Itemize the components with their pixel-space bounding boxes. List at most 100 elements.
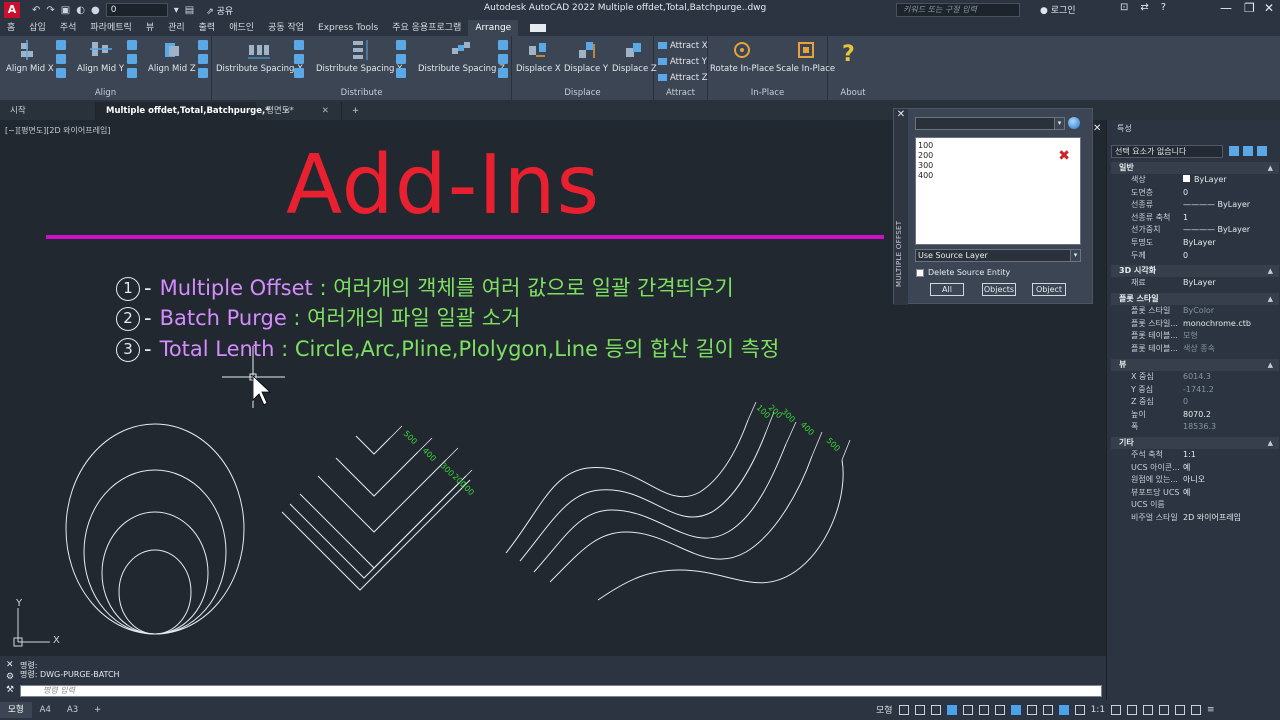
property-row[interactable]: 원점에 있는... 아니오 bbox=[1111, 474, 1279, 487]
displace-y-button[interactable]: Displace Y bbox=[564, 40, 608, 74]
customize-icon[interactable]: ⚒ bbox=[6, 685, 14, 695]
offset-values-list[interactable]: 100 200 300 400 ✖ bbox=[915, 137, 1081, 245]
grid-icon[interactable] bbox=[898, 704, 909, 715]
ribbon-tab-output[interactable]: 출력 bbox=[192, 20, 223, 36]
layer-dropdown[interactable]: 0 bbox=[105, 3, 168, 17]
transparency-icon[interactable] bbox=[1026, 704, 1037, 715]
annotation-scale-label[interactable]: 1:1 bbox=[1091, 705, 1105, 715]
search-input[interactable]: 키워드 또는 구절 입력 bbox=[896, 3, 1020, 17]
ribbon-tab-featured-apps[interactable]: 주요 응용프로그램 bbox=[385, 20, 468, 36]
quick-select-icon[interactable] bbox=[1257, 146, 1267, 156]
distribute-spacing-y-button[interactable]: Distribute Spacing Y bbox=[316, 40, 402, 74]
hardware-acceleration-icon[interactable] bbox=[1175, 704, 1186, 715]
add-layout-button[interactable]: + bbox=[86, 702, 109, 718]
objects-button[interactable]: Objects bbox=[982, 283, 1016, 296]
object-button[interactable]: Object bbox=[1032, 283, 1066, 296]
ribbon-tab-home[interactable]: 홈 bbox=[0, 20, 22, 36]
chevron-down-icon[interactable]: ▾ bbox=[1054, 118, 1064, 129]
property-row[interactable]: 플롯 테이블... 색상 종속 bbox=[1111, 343, 1279, 356]
clean-screen-icon[interactable] bbox=[1191, 704, 1202, 715]
ortho-icon[interactable] bbox=[930, 704, 941, 715]
property-row[interactable]: 플롯 스타일... monochrome.ctb bbox=[1111, 318, 1279, 331]
property-row[interactable]: 뷰포트당 UCS 예 bbox=[1111, 487, 1279, 500]
distribute-tool-icon[interactable] bbox=[498, 40, 508, 50]
delete-source-checkbox[interactable]: Delete Source Entity bbox=[916, 268, 1010, 277]
align-mid-y-button[interactable]: Align Mid Y bbox=[77, 40, 124, 74]
exchange-icon[interactable]: ⇄ bbox=[1140, 2, 1148, 13]
layer-dropdown-chevron-icon[interactable]: ▾ bbox=[174, 5, 179, 16]
align-mid-z-button[interactable]: Align Mid Z bbox=[148, 40, 196, 74]
property-row[interactable]: 색상 ByLayer bbox=[1111, 174, 1279, 187]
distribute-tool-icon[interactable] bbox=[396, 40, 406, 50]
attract-x-button[interactable]: Attract X bbox=[658, 41, 708, 51]
minimize-icon[interactable]: — bbox=[1220, 1, 1232, 15]
layout-tab-model[interactable]: 모형 bbox=[0, 702, 32, 718]
property-row[interactable]: 높이 8070.2 bbox=[1111, 409, 1279, 422]
ribbon-tab-express-tools[interactable]: Express Tools bbox=[311, 20, 385, 36]
displace-z-button[interactable]: Displace Z bbox=[612, 40, 657, 74]
property-row[interactable]: 도면층 0 bbox=[1111, 187, 1279, 200]
close-tab-icon[interactable]: ✕ bbox=[322, 106, 329, 116]
share-button[interactable]: ⇗ 공유 bbox=[206, 4, 233, 17]
distribute-tool-icon[interactable] bbox=[396, 54, 406, 64]
ribbon-display-toggle-icon[interactable] bbox=[530, 24, 547, 32]
property-row[interactable]: 두께 0 bbox=[1111, 250, 1279, 263]
checkbox-box[interactable] bbox=[916, 268, 924, 277]
property-row[interactable]: 선가중치 ———— ByLayer bbox=[1111, 224, 1279, 237]
property-row[interactable]: Z 중심 0 bbox=[1111, 396, 1279, 409]
isodraft-icon[interactable] bbox=[962, 704, 973, 715]
property-row[interactable]: UCS 아이콘... 예 bbox=[1111, 462, 1279, 475]
polar-icon[interactable] bbox=[946, 704, 957, 715]
toggle-pickadd-icon[interactable] bbox=[1229, 146, 1239, 156]
undo-icon[interactable]: ↶ bbox=[32, 5, 40, 16]
align-tool-icon[interactable] bbox=[127, 40, 137, 50]
print-icon[interactable]: ▣ bbox=[61, 5, 70, 16]
layer-tools-icon[interactable]: ▤ bbox=[185, 5, 194, 16]
object-snap-tracking-icon[interactable] bbox=[978, 704, 989, 715]
property-row[interactable]: Y 중심 -1741.2 bbox=[1111, 384, 1279, 397]
property-row[interactable]: 선종류 ———— ByLayer bbox=[1111, 199, 1279, 212]
ribbon-tab-view[interactable]: 뷰 bbox=[139, 20, 161, 36]
about-help-icon[interactable]: ? bbox=[842, 42, 855, 67]
align-tool-icon[interactable] bbox=[56, 40, 66, 50]
align-tool-icon[interactable] bbox=[127, 68, 137, 78]
doc-tab-multiple-offset[interactable]: Multiple offdet,Total,Batchpurge,* ✕ bbox=[96, 102, 291, 120]
command-settings-icon[interactable]: ⚙ bbox=[6, 672, 14, 682]
select-objects-icon[interactable] bbox=[1243, 146, 1253, 156]
auto-scale-icon[interactable] bbox=[1074, 704, 1085, 715]
properties-close-icon[interactable]: ✕ bbox=[1093, 123, 1101, 134]
help-icon[interactable]: ? bbox=[1161, 2, 1166, 13]
align-tool-icon[interactable] bbox=[198, 68, 208, 78]
object-snap-icon[interactable] bbox=[994, 704, 1005, 715]
autocad-logo-icon[interactable]: A bbox=[4, 2, 20, 18]
ribbon-tab-manage[interactable]: 관리 bbox=[161, 20, 192, 36]
annotation-monitor-icon[interactable] bbox=[1127, 704, 1138, 715]
section-header[interactable]: 뷰 ▲ bbox=[1111, 359, 1279, 371]
scale-in-place-button[interactable]: Scale In-Place bbox=[776, 40, 835, 74]
layout-tab-a4[interactable]: A4 bbox=[32, 702, 59, 718]
close-window-icon[interactable]: ✕ bbox=[1264, 1, 1274, 15]
model-space-label[interactable]: 모형 bbox=[876, 703, 893, 716]
distribute-tool-icon[interactable] bbox=[294, 40, 304, 50]
doc-tab-start[interactable]: 시작 bbox=[0, 102, 96, 120]
chevron-down-icon[interactable]: ▾ bbox=[1070, 250, 1080, 261]
layer-option-select[interactable]: Use Source Layer ▾ bbox=[915, 249, 1081, 262]
property-row[interactable]: 플롯 스타일 ByColor bbox=[1111, 305, 1279, 318]
distribute-tool-icon[interactable] bbox=[498, 68, 508, 78]
align-tool-icon[interactable] bbox=[56, 54, 66, 64]
align-tool-icon[interactable] bbox=[198, 54, 208, 64]
lightbulb-icon[interactable]: ● bbox=[91, 5, 100, 16]
align-tool-icon[interactable] bbox=[198, 40, 208, 50]
palette-title-strip[interactable]: ✕ MULTIPLE OFFSET bbox=[894, 109, 908, 305]
distribute-spacing-z-button[interactable]: Distribute Spacing Z bbox=[418, 40, 505, 74]
palette-close-icon[interactable]: ✕ bbox=[894, 109, 908, 120]
command-input[interactable]: 명령 입력 bbox=[20, 685, 1102, 697]
offset-value-item[interactable]: 400 bbox=[918, 171, 1078, 181]
attract-z-button[interactable]: Attract Z bbox=[658, 73, 708, 83]
ribbon-tab-annotate[interactable]: 주석 bbox=[53, 20, 84, 36]
align-mid-x-button[interactable]: Align Mid X bbox=[6, 40, 54, 74]
workspace-gear-icon[interactable] bbox=[1111, 704, 1122, 715]
displace-x-button[interactable]: Displace X bbox=[516, 40, 561, 74]
new-tab-button[interactable]: + bbox=[342, 102, 369, 120]
section-header[interactable]: 기타 ▲ bbox=[1111, 437, 1279, 449]
